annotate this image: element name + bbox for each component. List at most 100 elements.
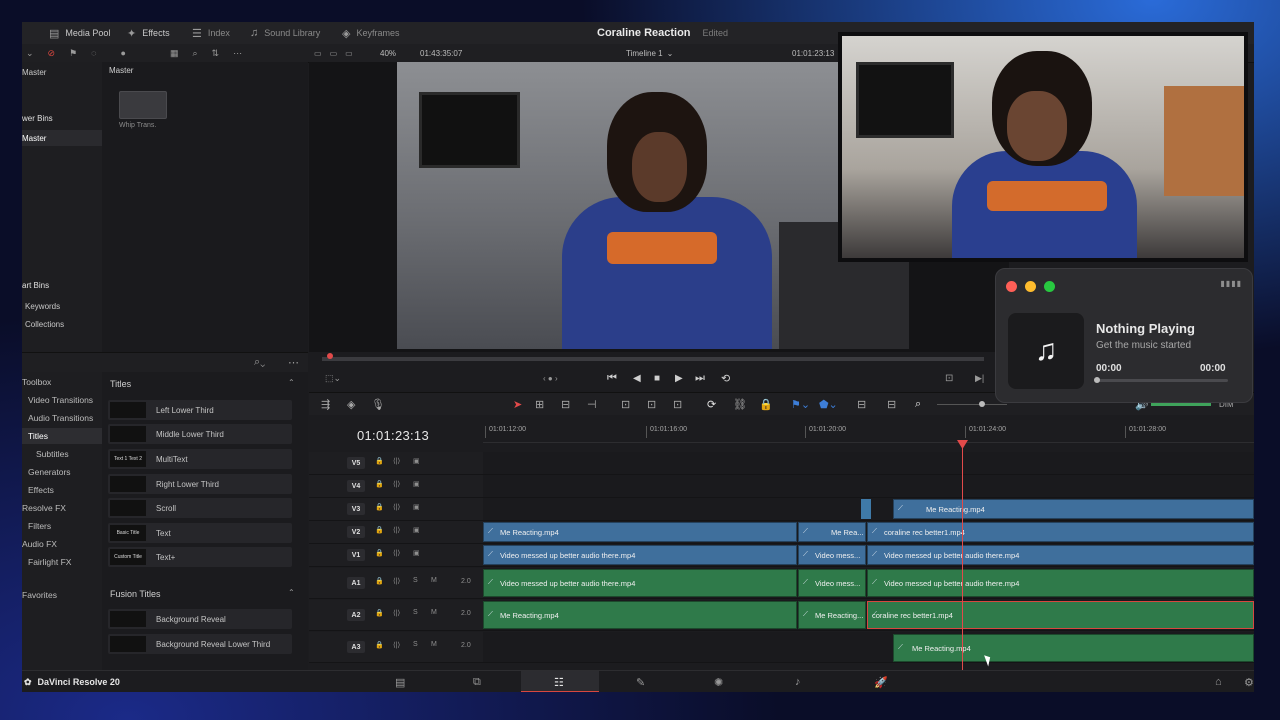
skip-to-end-icon[interactable]: ⏭ bbox=[695, 367, 705, 389]
clip-a2-me-reacting[interactable]: Me Reacting.mp4 bbox=[483, 601, 797, 629]
stop-icon[interactable]: ■ bbox=[654, 367, 660, 389]
maximize-button[interactable] bbox=[1044, 281, 1055, 292]
fusion-title-item[interactable]: Background Reveal bbox=[108, 609, 292, 629]
title-item[interactable]: Custom Title Text+ bbox=[108, 547, 292, 567]
fx-category-audio-fx[interactable]: Audio FX bbox=[22, 536, 102, 552]
grid-view-icon[interactable]: ▦ bbox=[170, 48, 179, 59]
next-frame-icon[interactable]: ▶| bbox=[975, 367, 984, 389]
track-header-v2[interactable]: V2 🔒 ⟨|⟩ ▣ bbox=[309, 521, 483, 544]
track-lane-v4[interactable] bbox=[483, 475, 1254, 498]
zoom-slider-knob[interactable] bbox=[979, 400, 985, 407]
auto-select-icon[interactable]: ⟨|⟩ bbox=[393, 503, 400, 511]
tab-effects[interactable]: ✦ Effects bbox=[127, 22, 170, 44]
lock-icon[interactable]: 🔒 bbox=[375, 480, 384, 488]
play-icon[interactable]: ▶ bbox=[675, 367, 683, 389]
linked-selection-icon[interactable]: ⛓ bbox=[733, 393, 747, 415]
trim-tool-icon[interactable]: ⊞ bbox=[535, 393, 544, 415]
close-button[interactable] bbox=[1006, 281, 1017, 292]
clip-v2-me-reacting[interactable]: Me Reacting.mp4 bbox=[483, 522, 797, 542]
cinema-viewer-icon[interactable]: ▭ bbox=[345, 49, 353, 58]
monitor-icon[interactable]: ▣ bbox=[413, 457, 420, 465]
smart-bin-collections[interactable]: Collections bbox=[22, 316, 105, 332]
slider-knob-icon[interactable]: ● bbox=[121, 48, 126, 58]
tab-index[interactable]: ☰ Index bbox=[192, 22, 230, 44]
fx-category-fairlight-fx[interactable]: Fairlight FX bbox=[22, 554, 108, 570]
metadata-icon[interactable]: ⚑ bbox=[69, 48, 77, 59]
microphone-icon[interactable]: 🎙 bbox=[371, 393, 385, 415]
clip-v3-me-reacting[interactable]: Me Reacting.mp4 bbox=[893, 499, 1254, 519]
collapse-icon[interactable]: ⌃ bbox=[288, 588, 295, 597]
flag-icon[interactable]: ⚑⌄ bbox=[791, 393, 810, 415]
fx-category-audio-transitions[interactable]: Audio Transitions bbox=[22, 410, 108, 426]
zoom-detail-icon[interactable]: ⊟ bbox=[887, 393, 896, 415]
auto-select-icon[interactable]: ⟨|⟩ bbox=[393, 577, 400, 585]
lock-icon[interactable]: 🔒 bbox=[375, 457, 384, 465]
dual-viewer-icon[interactable]: ▭ bbox=[330, 49, 338, 58]
solo-button[interactable]: S bbox=[413, 641, 418, 648]
solo-button[interactable]: S bbox=[413, 577, 418, 584]
edit-page-icon[interactable]: ☷ bbox=[554, 671, 564, 692]
title-item[interactable]: Right Lower Third bbox=[108, 474, 292, 494]
cut-page-icon[interactable]: ⧉ bbox=[473, 671, 481, 692]
overwrite-clip-icon[interactable]: ⊡ bbox=[647, 393, 656, 415]
timeline-selector[interactable]: Timeline 1 ⌄ bbox=[626, 44, 673, 62]
monitor-icon[interactable]: ▣ bbox=[413, 549, 420, 557]
more-options-icon[interactable]: ⋯ bbox=[233, 48, 242, 59]
insert-clip-icon[interactable]: ⊡ bbox=[621, 393, 630, 415]
auto-select-icon[interactable]: ⟨|⟩ bbox=[393, 641, 400, 649]
clip-v1-video-messed-2[interactable]: Video messed up better audio there.mp4 bbox=[867, 545, 1254, 565]
track-header-v3[interactable]: V3 🔒 ⟨|⟩ ▣ bbox=[309, 498, 483, 521]
mute-button[interactable]: M bbox=[431, 641, 437, 648]
timeline-ruler[interactable]: 01:01:12:00 01:01:16:00 01:01:20:00 01:0… bbox=[483, 422, 1254, 443]
clip-v2-coraline[interactable]: coraline rec better1.mp4 bbox=[867, 522, 1254, 542]
snapping-icon[interactable]: ⟳ bbox=[707, 393, 716, 415]
clip-v1-video-mess[interactable]: Video mess... bbox=[798, 545, 866, 565]
fx-category-resolve-fx[interactable]: Resolve FX bbox=[22, 500, 102, 516]
title-item[interactable]: Middle Lower Third bbox=[108, 424, 292, 444]
media-page-icon[interactable]: ▤ bbox=[395, 671, 405, 692]
lock-icon[interactable]: 🔒 bbox=[375, 549, 384, 557]
replace-clip-icon[interactable]: ⊡ bbox=[673, 393, 682, 415]
auto-select-icon[interactable]: ⟨|⟩ bbox=[393, 549, 400, 557]
home-icon[interactable]: ⌂ bbox=[1215, 671, 1222, 692]
loop-icon[interactable]: ⟲ bbox=[721, 367, 730, 389]
marker-icon[interactable]: ⬟⌄ bbox=[819, 393, 838, 415]
lock-icon[interactable]: 🔒 bbox=[375, 577, 384, 585]
color-page-icon[interactable]: ✺ bbox=[714, 671, 723, 692]
title-item[interactable]: Text 1 Text 2 MultiText bbox=[108, 449, 292, 469]
fx-category-effects[interactable]: Effects bbox=[22, 482, 108, 498]
match-frame-icon[interactable]: ⊡ bbox=[945, 367, 953, 389]
lock-icon[interactable]: 🔒 bbox=[375, 641, 384, 649]
track-header-v1[interactable]: V1 🔒 ⟨|⟩ ▣ bbox=[309, 544, 483, 567]
title-item[interactable]: Scroll bbox=[108, 498, 292, 518]
viewer-scrubber[interactable] bbox=[322, 353, 984, 361]
chevron-down-icon[interactable]: ⌄ bbox=[26, 48, 34, 59]
mute-button[interactable]: M bbox=[431, 577, 437, 584]
progress-bar[interactable] bbox=[1094, 377, 1228, 383]
lock-icon[interactable]: 🔒 bbox=[375, 609, 384, 617]
track-header-a1[interactable]: A1 🔒 ⟨|⟩ S M 2.0 bbox=[309, 568, 483, 599]
fx-category-video-transitions[interactable]: Video Transitions bbox=[22, 392, 108, 408]
auto-select-icon[interactable]: ⟨|⟩ bbox=[393, 457, 400, 465]
solo-button[interactable]: S bbox=[413, 609, 418, 616]
fx-category-favorites[interactable]: Favorites bbox=[22, 587, 102, 603]
clip-thumbnail[interactable] bbox=[119, 91, 167, 119]
flag-view-icon[interactable]: ◈ bbox=[347, 393, 355, 415]
clip-a1-video-messed[interactable]: Video messed up better audio there.mp4 bbox=[483, 569, 797, 597]
sort-icon[interactable]: ⇅ bbox=[212, 48, 220, 59]
scrubber-playhead[interactable] bbox=[327, 353, 333, 359]
jog-control[interactable]: ‹ ● › bbox=[543, 367, 558, 389]
zoom-level[interactable]: 40% bbox=[380, 44, 396, 62]
sync-icon[interactable]: ◌ bbox=[91, 48, 96, 58]
tab-keyframes[interactable]: ◈ Keyframes bbox=[342, 22, 399, 44]
smart-bins-header[interactable]: art Bins bbox=[22, 277, 102, 293]
fusion-title-item[interactable]: Background Reveal Lower Third bbox=[108, 634, 292, 654]
link-icon[interactable]: ⊘ bbox=[48, 48, 56, 59]
deliver-page-icon[interactable]: 🚀 bbox=[874, 671, 888, 692]
mute-button[interactable]: M bbox=[431, 609, 437, 616]
zoom-custom-icon[interactable]: ⌕ bbox=[915, 393, 921, 415]
clip-a1-video-messed-2[interactable]: Video messed up better audio there.mp4 bbox=[867, 569, 1254, 597]
more-options-icon[interactable]: ⋯ bbox=[288, 356, 299, 369]
minimize-button[interactable] bbox=[1025, 281, 1036, 292]
track-header-v5[interactable]: V5 🔒 ⟨|⟩ ▣ bbox=[309, 452, 483, 475]
